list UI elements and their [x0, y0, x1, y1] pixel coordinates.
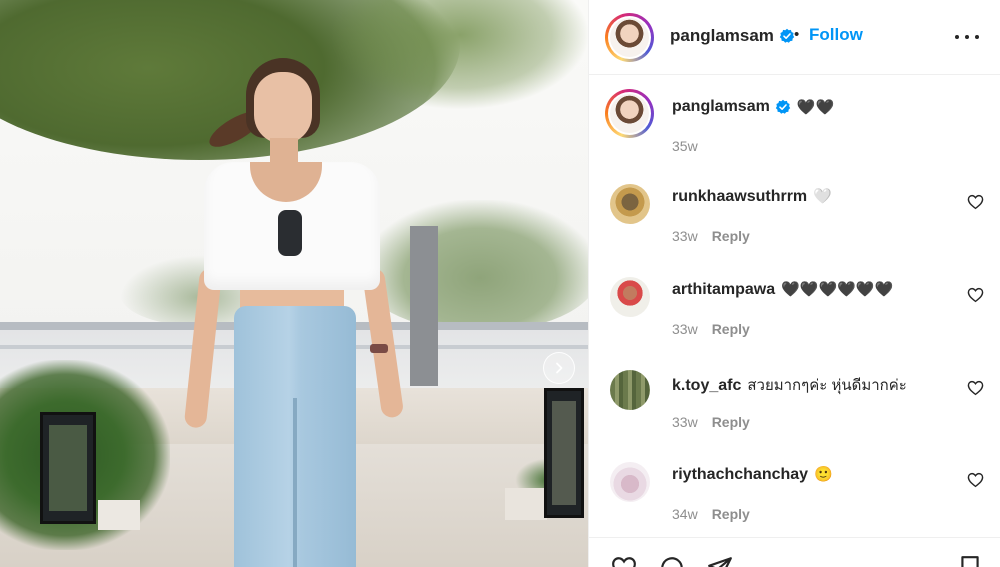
comment-body: 🤍	[813, 188, 832, 205]
verified-badge-icon	[779, 28, 795, 43]
person-arm-left	[183, 267, 223, 429]
comment-text-line: arthitampawa 🖤🖤🖤🖤🖤🖤	[672, 280, 893, 299]
post-header: panglamsam • Follow	[589, 0, 1000, 75]
author-username-row: panglamsam	[670, 26, 795, 46]
like-heart-icon[interactable]	[611, 555, 637, 567]
paper-plane-icon[interactable]	[707, 555, 733, 567]
comment-item: runkhaawsuthrrm 🤍 33w Reply	[589, 184, 1000, 276]
comment-text-line: k.toy_afc สวยมากๆค่ะ หุ่นดีมากค่ะ	[672, 373, 907, 397]
commenter-avatar[interactable]	[610, 370, 650, 410]
comment-body: 🖤🖤🖤🖤🖤🖤	[781, 281, 894, 298]
reply-button[interactable]: Reply	[712, 414, 750, 430]
photo-stone	[98, 500, 140, 530]
comment-body: สวยมากๆค่ะ หุ่นดีมากค่ะ	[747, 377, 907, 394]
commenter-username[interactable]: arthitampawa	[672, 281, 775, 298]
post-action-bar	[589, 537, 1000, 567]
comment-timestamp[interactable]: 33w	[672, 321, 698, 337]
author-avatar[interactable]	[605, 13, 654, 62]
comment-timestamp[interactable]: 34w	[672, 506, 698, 522]
chevron-right-icon	[556, 362, 563, 374]
heart-icon[interactable]	[967, 194, 984, 210]
photo-lantern-right	[544, 388, 584, 518]
reply-button[interactable]: Reply	[712, 506, 750, 522]
caption-text: 🖤🖤	[796, 99, 835, 116]
more-options-icon[interactable]	[955, 28, 979, 46]
post-side-panel: panglamsam • Follow panglamsam 🖤🖤 35w ru…	[588, 0, 1000, 567]
comment-body: 🙂	[814, 466, 833, 483]
comment-meta: 33w Reply	[672, 321, 750, 337]
caption-username[interactable]: panglamsam	[672, 98, 770, 116]
photo-lantern-left	[40, 412, 96, 524]
heart-icon[interactable]	[967, 380, 984, 396]
photo-planter	[505, 488, 547, 520]
verified-badge-icon	[775, 99, 791, 114]
reply-button[interactable]: Reply	[712, 321, 750, 337]
reply-button[interactable]: Reply	[712, 228, 750, 244]
comment-timestamp[interactable]: 33w	[672, 414, 698, 430]
commenter-avatar[interactable]	[610, 462, 650, 502]
follow-button[interactable]: Follow	[809, 25, 863, 45]
person-face	[254, 72, 312, 144]
photo-person	[183, 58, 405, 567]
comment-meta: 34w Reply	[672, 506, 750, 522]
person-watch	[370, 344, 388, 353]
header-separator: •	[794, 26, 800, 43]
photo-pillar	[410, 226, 438, 386]
heart-icon[interactable]	[967, 472, 984, 488]
comment-timestamp[interactable]: 33w	[672, 228, 698, 244]
bookmark-icon[interactable]	[957, 555, 983, 567]
comment-meta: 33w Reply	[672, 228, 750, 244]
caption-timestamp[interactable]: 35w	[672, 138, 698, 154]
commenter-username[interactable]: k.toy_afc	[672, 377, 741, 394]
comment-item: arthitampawa 🖤🖤🖤🖤🖤🖤 33w Reply	[589, 277, 1000, 369]
comment-item: k.toy_afc สวยมากๆค่ะ หุ่นดีมากค่ะ 33w Rep…	[589, 370, 1000, 462]
next-photo-button[interactable]	[543, 352, 575, 384]
commenter-username[interactable]: runkhaawsuthrrm	[672, 188, 807, 205]
commenter-username[interactable]: riythachchanchay	[672, 466, 808, 483]
caption-author-avatar[interactable]	[605, 89, 654, 138]
person-sunglasses	[278, 210, 302, 256]
commenter-avatar[interactable]	[610, 277, 650, 317]
comment-bubble-icon[interactable]	[659, 555, 685, 567]
commenter-avatar[interactable]	[610, 184, 650, 224]
comment-text-line: riythachchanchay 🙂	[672, 465, 833, 484]
caption: panglamsam 🖤🖤	[672, 98, 834, 116]
author-username[interactable]: panglamsam	[670, 26, 774, 46]
comment-meta: 33w Reply	[672, 414, 750, 430]
comment-text-line: runkhaawsuthrrm 🤍	[672, 187, 832, 206]
person-jeans-seam	[293, 398, 297, 567]
post-photo[interactable]	[0, 0, 588, 567]
heart-icon[interactable]	[967, 287, 984, 303]
